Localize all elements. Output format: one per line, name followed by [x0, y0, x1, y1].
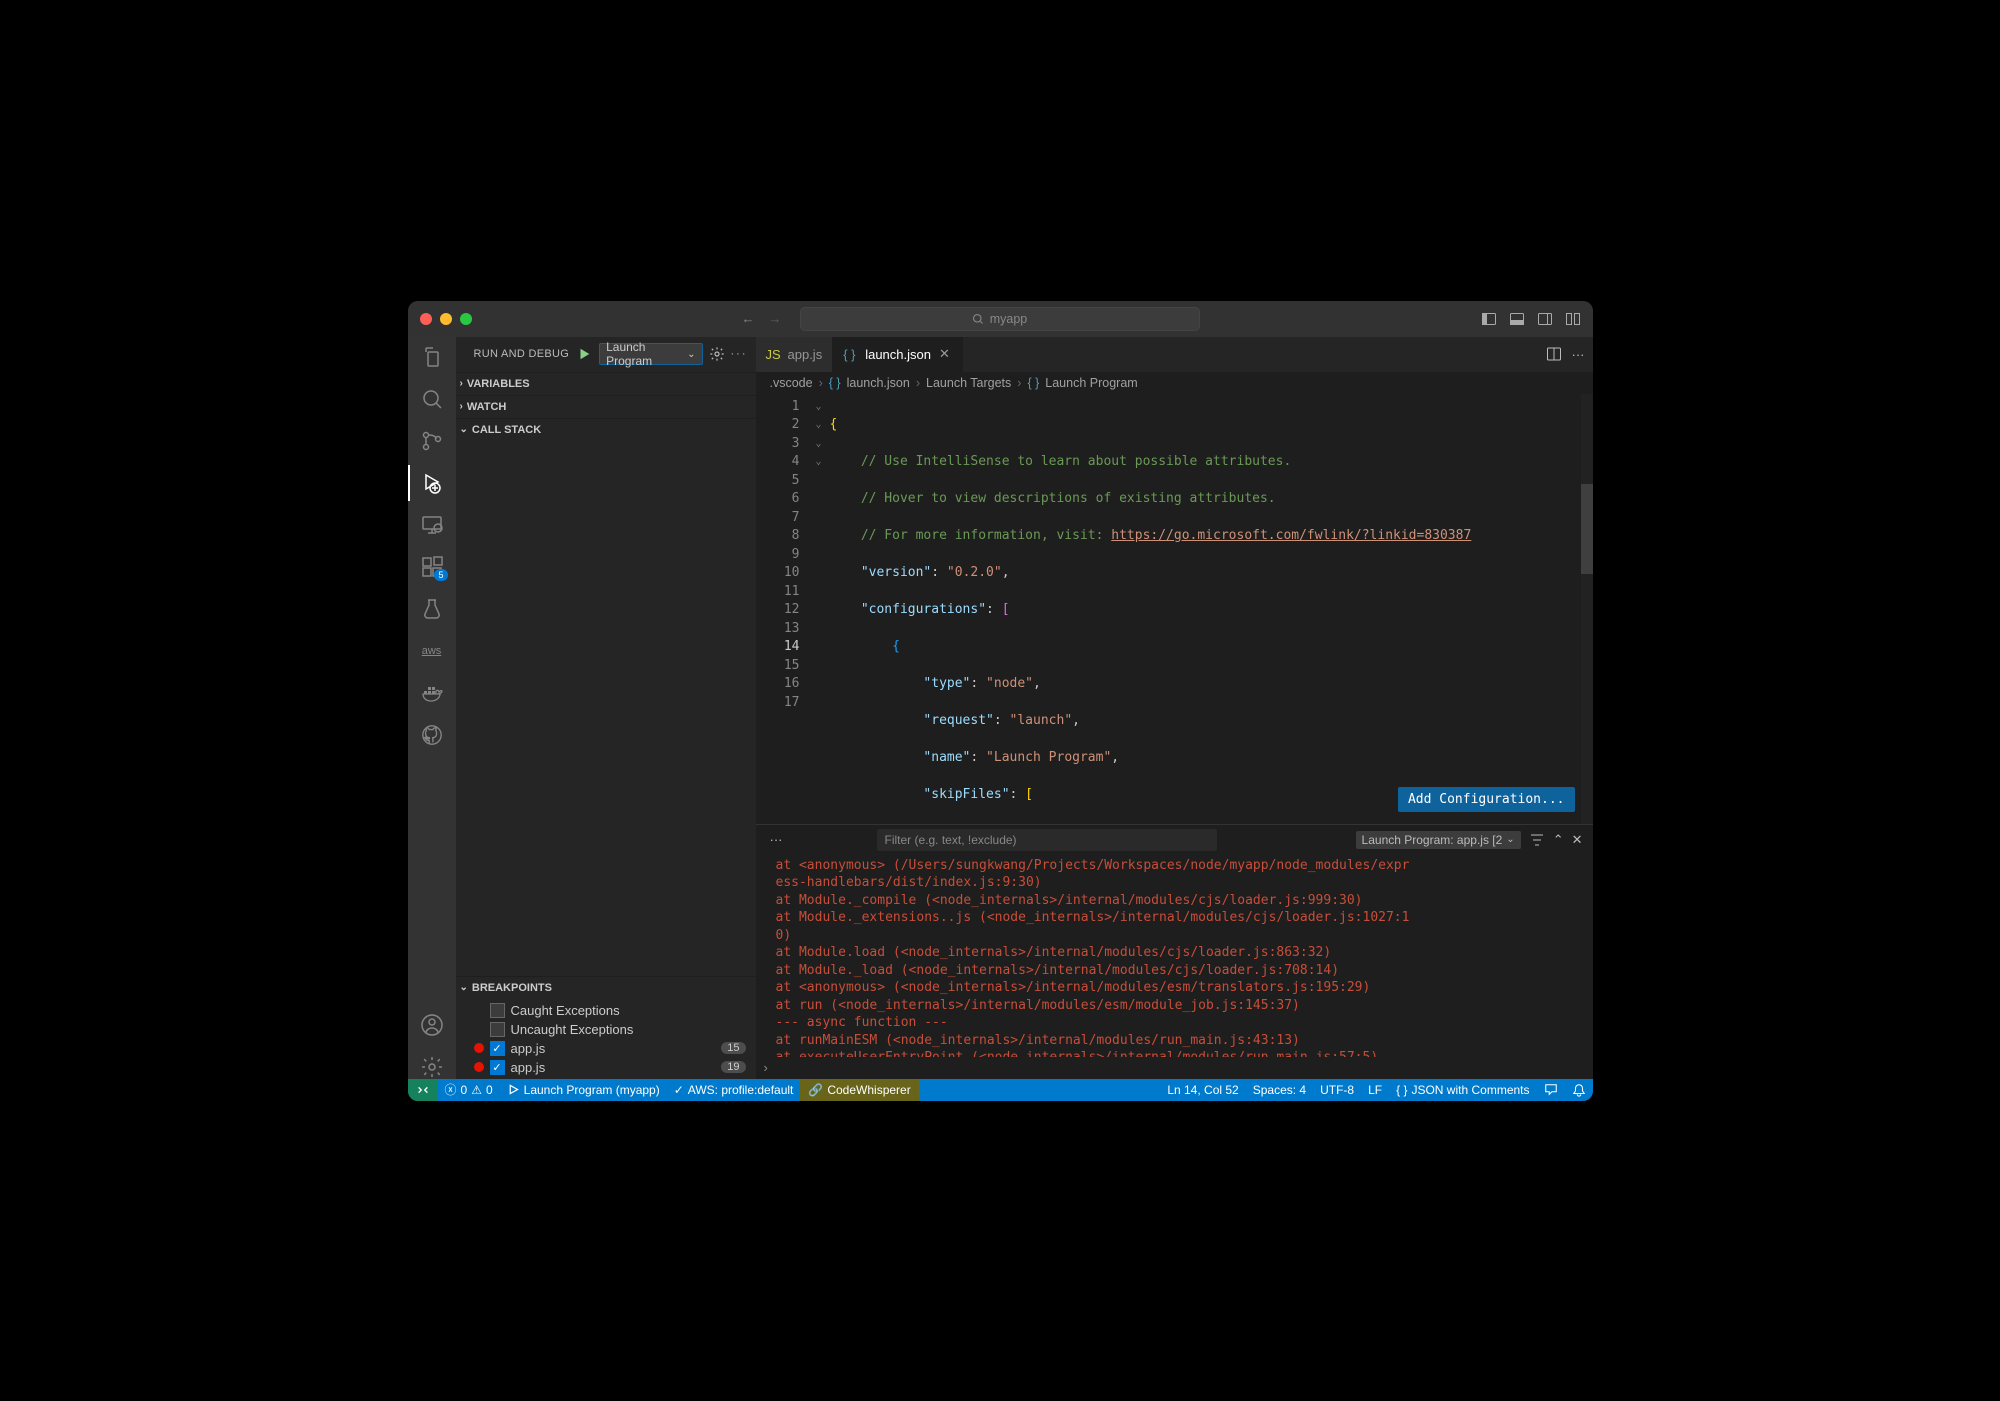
code-content: { // Use IntelliSense to learn about pos…: [830, 394, 1593, 824]
status-encoding[interactable]: UTF-8: [1313, 1083, 1361, 1097]
breakpoint-dot-icon: [474, 1062, 484, 1072]
status-errors[interactable]: ⓧ 0 ⚠ 0: [438, 1079, 500, 1101]
status-bar: ⓧ 0 ⚠ 0 Launch Program (myapp) ✓ AWS: pr…: [408, 1079, 1593, 1101]
breakpoint-item[interactable]: ✓app.js15: [456, 1039, 756, 1058]
line-numbers: 1234567891011121314151617: [756, 394, 816, 824]
debug-settings-icon[interactable]: [709, 346, 725, 362]
section-breakpoints[interactable]: ⌄BREAKPOINTS: [456, 977, 756, 999]
activity-bar: 5 aws: [408, 337, 456, 1079]
debug-sidebar: RUN AND DEBUG Launch Program ⌄ ··· ›VARI…: [456, 337, 756, 1079]
console-output[interactable]: at <anonymous> (/Users/sungkwang/Project…: [756, 855, 1593, 1057]
aws-icon[interactable]: aws: [420, 639, 444, 663]
start-debug-button[interactable]: [575, 345, 593, 363]
status-feedback-icon[interactable]: [1537, 1083, 1565, 1097]
bp-caught-exceptions[interactable]: Caught Exceptions: [456, 1001, 756, 1020]
checkbox[interactable]: ✓: [490, 1060, 505, 1075]
tab-app-js[interactable]: JSapp.js: [756, 337, 834, 372]
checkbox[interactable]: ✓: [490, 1041, 505, 1056]
debug-console-panel: ··· Filter (e.g. text, !exclude) Launch …: [756, 824, 1593, 1079]
fold-gutter[interactable]: ⌄⌄⌄⌄: [816, 394, 830, 824]
command-center-search[interactable]: myapp: [800, 307, 1200, 331]
filter-icon[interactable]: [1529, 832, 1545, 848]
add-configuration-button[interactable]: Add Configuration...: [1398, 787, 1575, 812]
editor-group: JSapp.js { }launch.json✕ ··· .vscode› { …: [756, 337, 1593, 1079]
tab-launch-json[interactable]: { }launch.json✕: [833, 337, 963, 372]
nav-back-icon[interactable]: ←: [742, 311, 755, 326]
section-variables[interactable]: ›VARIABLES: [456, 373, 756, 395]
remote-indicator[interactable]: [408, 1079, 438, 1101]
section-watch[interactable]: ›WATCH: [456, 396, 756, 418]
checkbox[interactable]: [490, 1022, 505, 1037]
titlebar: ← → myapp: [408, 301, 1593, 337]
search-icon: [972, 313, 984, 325]
maximize-window-icon[interactable]: [460, 313, 472, 325]
remote-explorer-icon[interactable]: [420, 513, 444, 537]
split-editor-icon[interactable]: [1546, 346, 1562, 362]
minimap[interactable]: [1581, 394, 1593, 824]
status-debug-target[interactable]: Launch Program (myapp): [500, 1079, 667, 1101]
titlebar-layout-controls: [1481, 311, 1581, 327]
github-icon[interactable]: [420, 723, 444, 747]
search-icon[interactable]: [420, 387, 444, 411]
docker-icon[interactable]: [420, 681, 444, 705]
status-indentation[interactable]: Spaces: 4: [1246, 1083, 1313, 1097]
bp-uncaught-exceptions[interactable]: Uncaught Exceptions: [456, 1020, 756, 1039]
breadcrumbs[interactable]: .vscode› { }launch.json› Launch Targets›…: [756, 372, 1593, 394]
breakpoint-dot-icon: [474, 1043, 484, 1053]
settings-gear-icon[interactable]: [420, 1055, 444, 1079]
status-cursor-position[interactable]: Ln 14, Col 52: [1160, 1083, 1245, 1097]
section-callstack[interactable]: ⌄CALL STACK: [456, 419, 756, 441]
extensions-icon[interactable]: 5: [420, 555, 444, 579]
debug-session-select[interactable]: Launch Program: app.js [2 ⌄: [1356, 831, 1521, 849]
status-aws[interactable]: ✓ AWS: profile:default: [667, 1079, 801, 1101]
accounts-icon[interactable]: [420, 1013, 444, 1037]
layout-panel-bottom-icon[interactable]: [1509, 311, 1525, 327]
extensions-badge: 5: [434, 569, 447, 581]
panel-more-icon[interactable]: ···: [766, 832, 787, 847]
breakpoint-item[interactable]: ✓app.js19: [456, 1058, 756, 1077]
console-filter-input[interactable]: Filter (e.g. text, !exclude): [877, 829, 1217, 851]
window-controls: [420, 313, 472, 325]
editor-tabs: JSapp.js { }launch.json✕ ···: [756, 337, 1593, 372]
explorer-icon[interactable]: [420, 345, 444, 369]
testing-icon[interactable]: [420, 597, 444, 621]
source-control-icon[interactable]: [420, 429, 444, 453]
status-codewhisperer[interactable]: 🔗CodeWhisperer: [800, 1079, 918, 1101]
status-language-mode[interactable]: { } JSON with Comments: [1389, 1083, 1536, 1097]
chevron-down-icon: ⌄: [687, 349, 695, 360]
close-window-icon[interactable]: [420, 313, 432, 325]
sidebar-title: RUN AND DEBUG: [474, 348, 570, 360]
layout-customize-icon[interactable]: [1565, 311, 1581, 327]
status-notifications-icon[interactable]: [1565, 1083, 1593, 1097]
checkbox[interactable]: [490, 1003, 505, 1018]
layout-panel-right-icon[interactable]: [1537, 311, 1553, 327]
minimize-window-icon[interactable]: [440, 313, 452, 325]
code-editor[interactable]: 1234567891011121314151617 ⌄⌄⌄⌄ { // Use …: [756, 394, 1593, 824]
debug-more-icon[interactable]: ···: [731, 348, 748, 360]
status-eol[interactable]: LF: [1361, 1083, 1389, 1097]
run-debug-icon[interactable]: [420, 471, 444, 495]
debug-config-select[interactable]: Launch Program ⌄: [599, 343, 702, 365]
debug-repl-prompt[interactable]: ›: [756, 1057, 1593, 1079]
editor-more-icon[interactable]: ···: [1572, 347, 1585, 362]
close-panel-icon[interactable]: ✕: [1572, 832, 1583, 848]
search-text: myapp: [990, 312, 1028, 326]
collapse-panel-icon[interactable]: ⌃: [1553, 832, 1564, 848]
vscode-window: ← → myapp 5 aws: [408, 301, 1593, 1101]
layout-panel-left-icon[interactable]: [1481, 311, 1497, 327]
nav-forward-icon[interactable]: →: [769, 311, 782, 326]
close-tab-icon[interactable]: ✕: [937, 346, 952, 362]
